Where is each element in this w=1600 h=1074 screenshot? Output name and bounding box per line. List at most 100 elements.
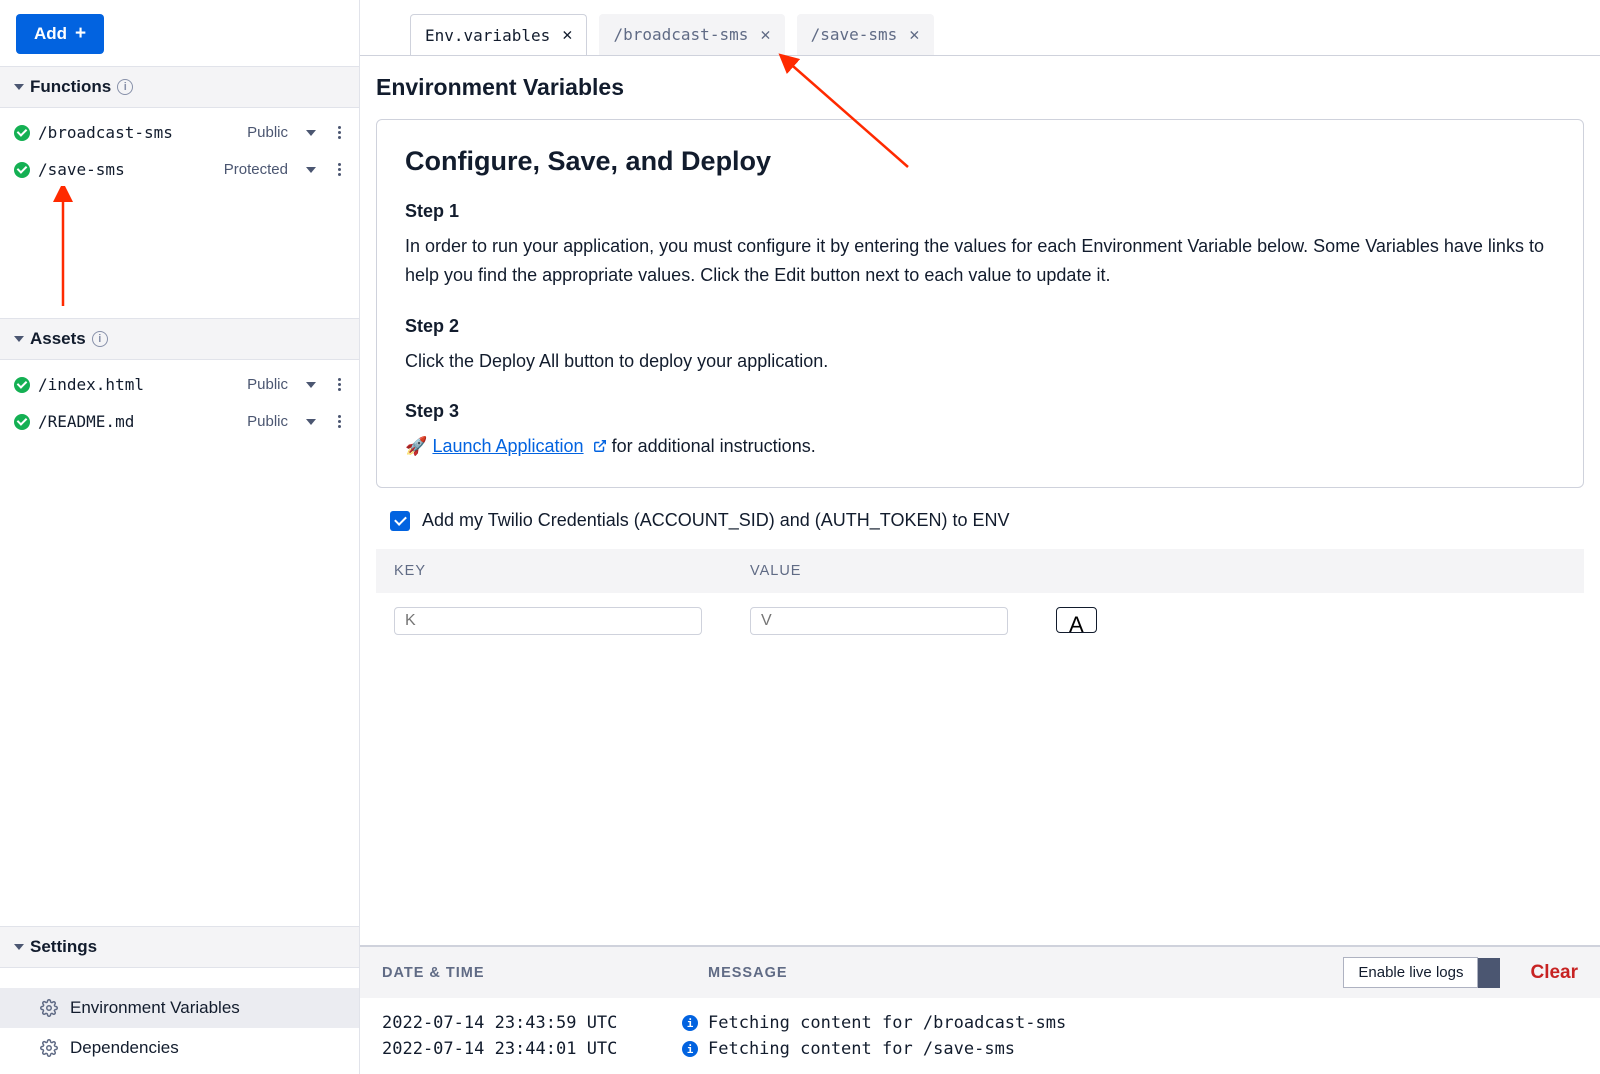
settings-list: Environment Variables Dependencies [0,968,359,1074]
info-icon: i [682,1041,698,1057]
instructions-card: Configure, Save, and Deploy Step 1 In or… [376,119,1584,488]
launch-application-link[interactable]: Launch Application [432,436,583,456]
function-item-save-sms[interactable]: /save-sms Protected [0,151,359,188]
chevron-down-icon[interactable] [306,167,316,173]
more-menu-icon[interactable] [334,374,345,395]
settings-item-label: Dependencies [70,1038,179,1058]
main-area: Env.variables ✕ /broadcast-sms ✕ /save-s… [360,0,1600,1074]
info-icon[interactable]: i [92,331,108,347]
step-text: In order to run your application, you mu… [405,232,1555,290]
step-after-link: for additional instructions. [612,436,816,456]
chevron-down-icon[interactable] [306,382,316,388]
function-name: /broadcast-sms [38,123,239,142]
logs-datetime-header: DATE & TIME [382,965,708,981]
gear-icon [40,1039,58,1057]
close-icon[interactable]: ✕ [562,25,572,45]
logs-rows: 2022-07-14 23:43:59 UTC i Fetching conte… [360,998,1600,1074]
log-datetime: 2022-07-14 23:43:59 UTC [382,1013,682,1033]
functions-list: /broadcast-sms Public /save-sms Protecte… [0,108,359,318]
add-button-label: Add [34,24,67,44]
env-input-row: A [376,593,1584,635]
tab-label: /broadcast-sms [613,25,748,44]
credentials-row: Add my Twilio Credentials (ACCOUNT_SID) … [376,488,1584,549]
functions-title: Functions [30,77,111,97]
asset-item-readme-md[interactable]: /README.md Public [0,403,359,440]
settings-item-dependencies[interactable]: Dependencies [0,1028,359,1068]
check-icon [14,125,30,141]
env-value-header: VALUE [750,563,1566,579]
asset-item-index-html[interactable]: /index.html Public [0,366,359,403]
settings-item-environment-variables[interactable]: Environment Variables [0,988,359,1028]
more-menu-icon[interactable] [334,122,345,143]
log-message: Fetching content for /broadcast-sms [708,1013,1066,1033]
tab-broadcast-sms[interactable]: /broadcast-sms ✕ [599,14,784,55]
tabs-bar: Env.variables ✕ /broadcast-sms ✕ /save-s… [360,0,1600,55]
functions-header[interactable]: Functions i [0,66,359,108]
settings-title: Settings [30,937,97,957]
tab-label: /save-sms [811,25,898,44]
log-datetime: 2022-07-14 23:44:01 UTC [382,1039,682,1059]
info-icon[interactable]: i [117,79,133,95]
log-row: 2022-07-14 23:44:01 UTC i Fetching conte… [382,1036,1578,1062]
step-title: Step 1 [405,201,1555,222]
step-title: Step 3 [405,401,1555,422]
env-key-input[interactable] [394,607,702,635]
more-menu-icon[interactable] [334,159,345,180]
assets-header[interactable]: Assets i [0,318,359,360]
env-table-header: KEY VALUE [376,549,1584,593]
card-title: Configure, Save, and Deploy [405,146,1555,177]
tab-label: Env.variables [425,26,550,45]
plus-icon: + [75,23,86,45]
add-button[interactable]: Add + [16,14,104,54]
main-content: Environment Variables Configure, Save, a… [360,55,1600,945]
env-add-button[interactable]: A [1056,607,1097,633]
clear-logs-button[interactable]: Clear [1530,962,1578,984]
rocket-icon: 🚀 [405,436,427,456]
info-icon: i [682,1015,698,1031]
logs-header: DATE & TIME MESSAGE Enable live logs Cle… [360,947,1600,998]
external-link-icon [593,433,607,447]
tab-env-variables[interactable]: Env.variables ✕ [410,14,587,55]
assets-title: Assets [30,329,86,349]
more-menu-icon[interactable] [334,411,345,432]
function-item-broadcast-sms[interactable]: /broadcast-sms Public [0,114,359,151]
env-key-header: KEY [394,563,750,579]
function-visibility: Public [247,124,288,141]
asset-visibility: Public [247,413,288,430]
logs-message-header: MESSAGE [708,965,1343,981]
caret-down-icon [14,84,24,90]
function-visibility: Protected [224,161,288,178]
close-icon[interactable]: ✕ [909,25,919,45]
asset-visibility: Public [247,376,288,393]
sidebar: Add + Functions i /broadcast-sms Public … [0,0,360,1074]
live-logs-toggle[interactable] [1478,958,1500,988]
check-icon [14,414,30,430]
caret-down-icon [14,336,24,342]
enable-live-logs-button[interactable]: Enable live logs [1343,957,1478,988]
gear-icon [40,999,58,1017]
assets-list: /index.html Public /README.md Public [0,360,359,446]
asset-name: /README.md [38,412,239,431]
check-icon [14,162,30,178]
settings-item-label: Environment Variables [70,998,240,1018]
step-title: Step 2 [405,316,1555,337]
log-message: Fetching content for /save-sms [708,1039,1015,1059]
env-value-input[interactable] [750,607,1008,635]
log-row: 2022-07-14 23:43:59 UTC i Fetching conte… [382,1010,1578,1036]
settings-header[interactable]: Settings [0,926,359,968]
tab-save-sms[interactable]: /save-sms ✕ [797,14,934,55]
close-icon[interactable]: ✕ [760,25,770,45]
step-text: 🚀 Launch Application for additional inst… [405,432,1555,461]
chevron-down-icon[interactable] [306,130,316,136]
function-name: /save-sms [38,160,216,179]
step-text: Click the Deploy All button to deploy yo… [405,347,1555,376]
caret-down-icon [14,944,24,950]
chevron-down-icon[interactable] [306,419,316,425]
logs-panel: DATE & TIME MESSAGE Enable live logs Cle… [360,945,1600,1074]
credentials-checkbox[interactable] [390,511,410,531]
credentials-label: Add my Twilio Credentials (ACCOUNT_SID) … [422,510,1010,531]
check-icon [14,377,30,393]
asset-name: /index.html [38,375,239,394]
page-heading: Environment Variables [376,74,1584,101]
annotation-arrow-icon [48,186,78,316]
